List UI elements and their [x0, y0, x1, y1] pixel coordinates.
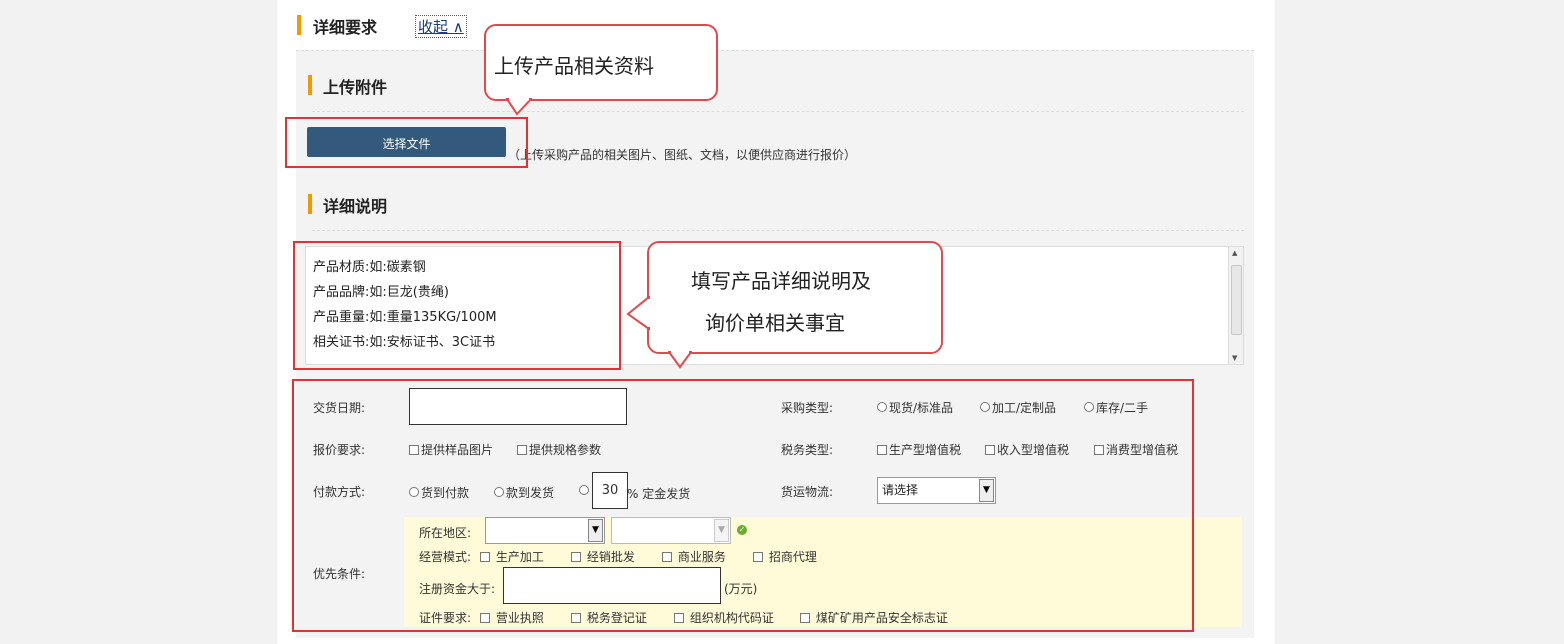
description-marker — [308, 194, 312, 214]
scroll-thumb[interactable] — [1231, 265, 1242, 335]
description-title: 详细说明 — [323, 197, 388, 216]
divider — [312, 230, 1244, 231]
upload-callout-text: 上传产品相关资料 — [494, 54, 654, 78]
fill-callout-pointer-left — [626, 296, 650, 330]
collapse-link[interactable]: 收起 ∧ — [415, 15, 467, 38]
textarea-scrollbar[interactable]: ▲ ▼ — [1228, 247, 1243, 364]
upload-callout-pointer — [506, 98, 532, 116]
section-title: 详细要求 — [313, 18, 378, 37]
section-marker — [297, 15, 301, 35]
fill-callout: 填写产品详细说明及 询价单相关事宜 — [647, 241, 943, 354]
upload-hint: （上传采购产品的相关图片、图纸、文档，以便供应商进行报价） — [508, 148, 857, 162]
description-highlight-box — [293, 241, 621, 370]
attachment-title: 上传附件 — [323, 78, 388, 97]
divider — [312, 111, 1244, 112]
fill-callout-text: 询价单相关事宜 — [705, 311, 845, 335]
attachment-marker — [308, 75, 312, 95]
fill-callout-pointer-down — [668, 351, 692, 369]
upload-callout: 上传产品相关资料 — [484, 24, 718, 101]
scroll-down-icon[interactable]: ▼ — [1232, 354, 1237, 362]
form-highlight-box — [292, 379, 1194, 632]
fill-callout-text: 填写产品详细说明及 — [691, 269, 871, 293]
scroll-up-icon[interactable]: ▲ — [1232, 249, 1237, 257]
collapse-arrow-icon: ∧ — [452, 18, 464, 36]
upload-highlight-box — [285, 117, 528, 168]
